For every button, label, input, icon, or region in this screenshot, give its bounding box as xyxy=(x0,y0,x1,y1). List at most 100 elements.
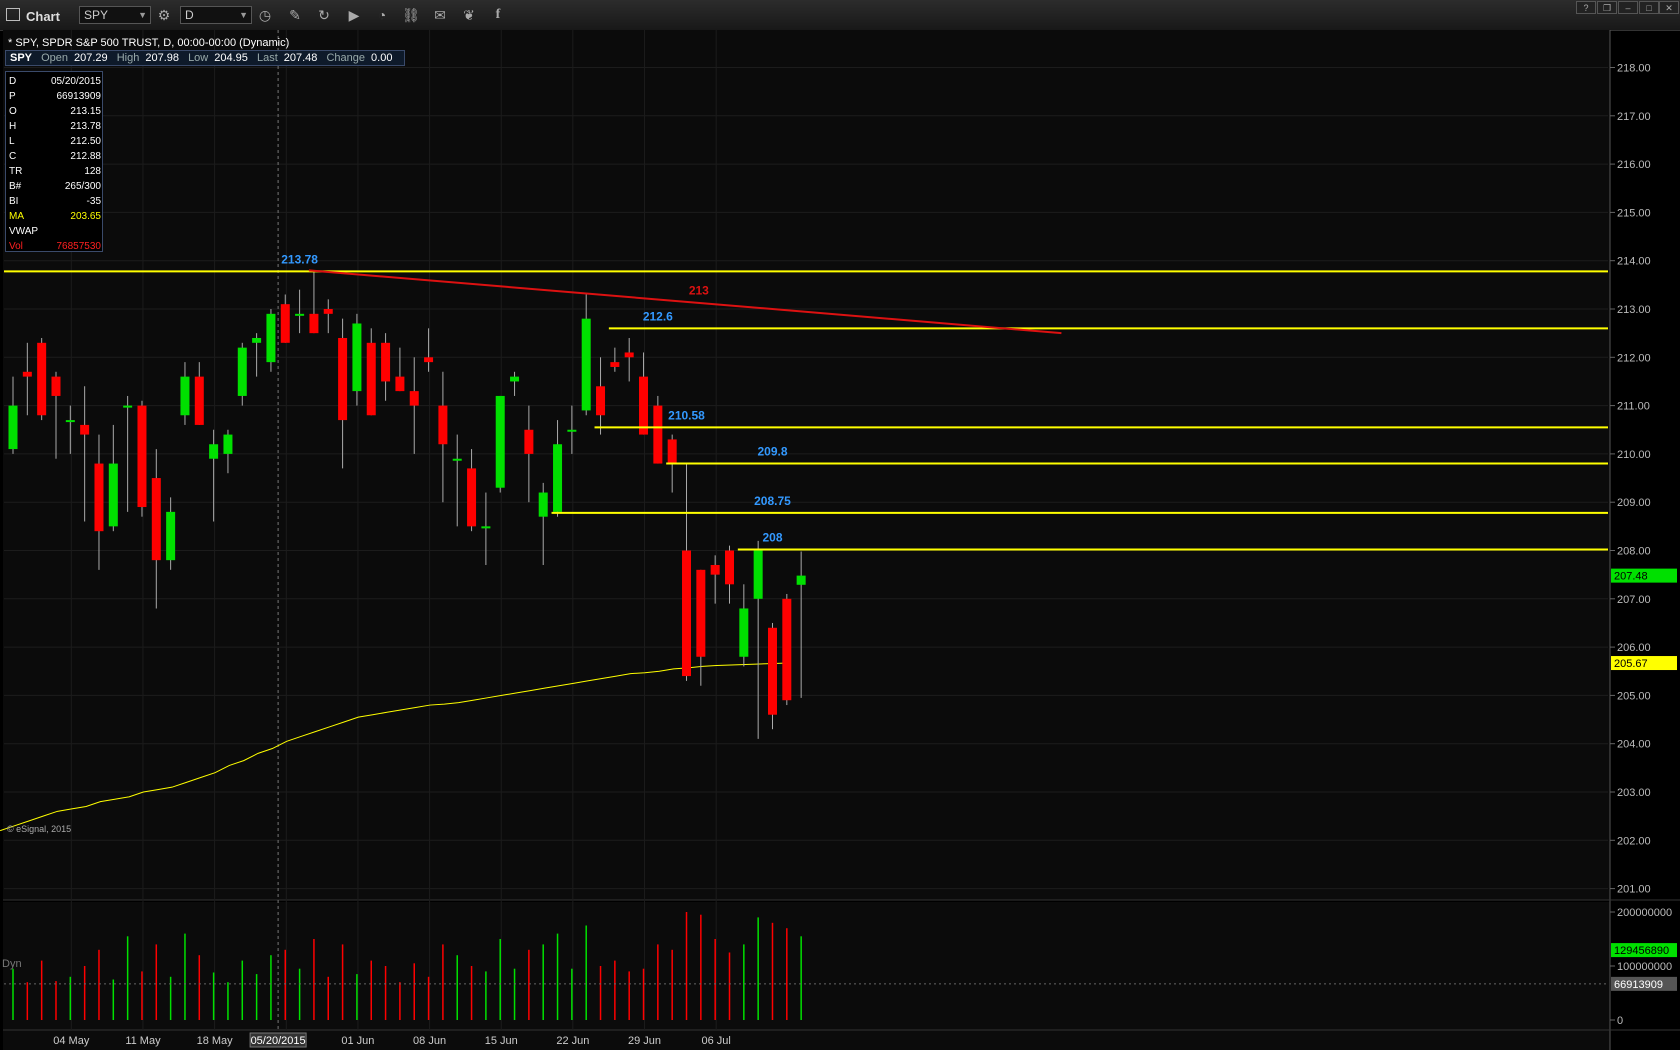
x-tick-label: 22 Jun xyxy=(556,1035,589,1047)
change-value: 0.00 xyxy=(371,52,393,64)
play-icon[interactable]: ▶ xyxy=(345,6,363,24)
candle-body xyxy=(796,575,806,585)
dyn-toggle[interactable]: Dyn xyxy=(2,958,22,970)
close-icon[interactable]: ✕ xyxy=(1659,1,1679,14)
price-tag-label: 207.48 xyxy=(1614,571,1648,583)
candle-body xyxy=(452,458,462,461)
y-tick-label: 207.00 xyxy=(1617,594,1651,606)
help-icon[interactable]: ? xyxy=(1576,1,1596,14)
candle-body xyxy=(767,627,777,715)
high-label: High xyxy=(116,52,140,64)
candle-body xyxy=(22,371,32,377)
low-label: Low xyxy=(188,52,209,64)
data-window-label: H xyxy=(9,121,17,132)
data-window-label: D xyxy=(9,76,17,87)
y-tick-label: 201.00 xyxy=(1617,884,1651,896)
candle-body xyxy=(753,550,763,599)
candle-body xyxy=(538,492,548,517)
volume-tag-label: 129456890 xyxy=(1614,945,1669,957)
x-tick-label: 29 Jun xyxy=(628,1035,661,1047)
data-window-label: C xyxy=(9,151,17,162)
y-tick-label: 210.00 xyxy=(1617,449,1651,461)
candle-body xyxy=(166,511,176,561)
data-window-label: VWAP xyxy=(9,226,39,237)
candle-body xyxy=(467,468,477,527)
data-window-label: MA xyxy=(9,211,24,222)
chevron-down-icon[interactable]: ▼ xyxy=(138,9,147,21)
candle-body xyxy=(438,405,448,445)
interval-input[interactable]: D ▼ xyxy=(180,6,252,24)
candle-body xyxy=(725,550,734,585)
candle-body xyxy=(108,463,118,527)
restore-icon[interactable]: ❐ xyxy=(1597,1,1617,14)
candle-body xyxy=(696,569,706,657)
candle-body xyxy=(553,444,563,512)
level-label: 212.6 xyxy=(643,309,673,323)
x-tick-label: 06 Jul xyxy=(701,1035,730,1047)
candle-body xyxy=(223,434,233,454)
data-window-value: 265/300 xyxy=(64,181,101,192)
data-window-row: D 05/20/2015 xyxy=(9,74,101,89)
data-window-row: MA 203.65 xyxy=(9,209,101,224)
minimize-icon[interactable]: – xyxy=(1618,1,1638,14)
candle-body xyxy=(252,337,262,343)
comment-icon[interactable]: ✉ xyxy=(431,6,449,24)
candle-body xyxy=(395,376,405,392)
symbol-input[interactable]: SPY ▼ xyxy=(79,6,151,24)
open-value: 207.29 xyxy=(74,52,108,64)
interval-input-value: D xyxy=(185,8,194,22)
volume-tick-label: 0 xyxy=(1617,1015,1623,1027)
data-window-value: -35 xyxy=(86,196,101,207)
volume-tag-label: 66913909 xyxy=(1614,979,1663,991)
candle-body xyxy=(710,564,720,575)
candle-body xyxy=(323,309,333,314)
low-value: 204.95 xyxy=(214,52,248,64)
candle-body xyxy=(366,342,376,416)
change-label: Change xyxy=(326,52,366,64)
gauge-icon[interactable]: ◔ xyxy=(373,6,391,24)
chart-header: * SPY, SPDR S&P 500 TRUST, D, 00:00-00:0… xyxy=(8,37,290,49)
candle-body xyxy=(495,395,505,488)
twitter-icon[interactable]: ❦ xyxy=(460,6,478,24)
y-tick-label: 211.00 xyxy=(1617,401,1650,413)
data-window-value: 128 xyxy=(84,166,101,177)
candle-body xyxy=(739,608,749,657)
volume-panel-bg xyxy=(3,902,1610,1050)
y-tick-label: 203.00 xyxy=(1617,787,1651,799)
window-title: Chart xyxy=(26,9,60,24)
last-value: 207.48 xyxy=(283,52,318,64)
refresh-icon[interactable]: ↻ xyxy=(315,6,333,24)
volume-tick-label: 200000000 xyxy=(1617,907,1672,919)
candle-body xyxy=(51,376,61,396)
y-tick-label: 206.00 xyxy=(1617,642,1651,654)
data-window-label: O xyxy=(9,106,17,117)
y-tick-label: 216.00 xyxy=(1617,159,1651,171)
data-window-row: VWAP xyxy=(9,224,101,239)
trendline-label: 213 xyxy=(689,284,709,298)
data-window-label: B# xyxy=(9,181,22,192)
interval-clock-icon[interactable]: ◷ xyxy=(256,6,274,24)
price-chart[interactable]: 213.78 212.6 210.58 209.8 208.75 208 213 218.0… xyxy=(0,30,1680,1050)
volume-tick-label: 100000000 xyxy=(1617,961,1672,973)
candle-body xyxy=(65,420,75,423)
symbol-settings-icon[interactable]: ⚙ xyxy=(155,6,173,24)
candle-body xyxy=(682,550,692,677)
x-tick-label: 15 Jun xyxy=(485,1035,518,1047)
candle-body xyxy=(510,376,520,382)
draw-pencil-icon[interactable]: ✎ xyxy=(286,6,304,24)
candle-body xyxy=(610,362,620,367)
link-icon[interactable]: ⛓ xyxy=(402,6,420,24)
candle-body xyxy=(137,405,147,508)
candle-body xyxy=(266,313,276,363)
data-window-label: P xyxy=(9,91,16,102)
data-window-value: 66913909 xyxy=(56,91,102,102)
facebook-icon[interactable]: f xyxy=(489,6,507,24)
price-tag-label: 205.67 xyxy=(1614,658,1648,670)
level-label: 210.58 xyxy=(668,408,705,422)
y-tick-label: 212.00 xyxy=(1617,352,1651,364)
chevron-down-icon[interactable]: ▼ xyxy=(239,9,248,21)
candle-body xyxy=(80,424,90,435)
maximize-icon[interactable]: □ xyxy=(1639,1,1659,14)
candle-body xyxy=(424,357,434,363)
candle-body xyxy=(209,444,219,459)
